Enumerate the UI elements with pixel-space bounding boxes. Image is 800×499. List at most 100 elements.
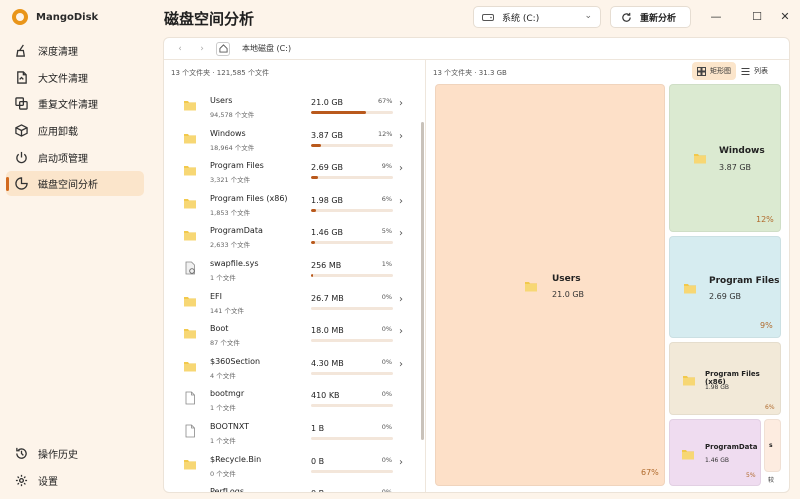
back-button[interactable]: ‹ [172,42,188,56]
chevron-right-icon[interactable]: › [399,326,403,337]
tiny-tile-label: 较 [768,477,775,484]
chevron-right-icon[interactable]: › [399,359,403,370]
close-button[interactable]: ✕ [778,10,792,23]
folder-icon [184,459,196,470]
row-file-count: 94,578 个文件 [210,111,255,119]
forward-button[interactable]: › [194,42,210,56]
tile-size: 21.0 GB [552,290,585,299]
table-row[interactable]: Windows 18,964 个文件 3.87 GB 12% › [164,123,426,155]
row-name: swapfile.sys [210,259,259,268]
view-treemap-button[interactable]: 矩形图 [692,62,736,80]
sidebar-item-label: 应用卸载 [38,127,78,139]
sidebar-item-large-files[interactable]: 大文件清理 [6,65,144,90]
chevron-right-icon[interactable]: › [399,196,403,207]
folder-icon [683,376,695,386]
treemap-summary: 13 个文件夹 · 31.3 GB [433,69,507,77]
row-size: 21.0 GB [311,98,344,107]
chevron-right-icon[interactable]: › [399,163,403,174]
row-percent: 0% [381,423,392,431]
minimize-button[interactable]: — [709,10,723,23]
analysis-panel: ‹ › 本地磁盘 (C:) 13 个文件夹 · 121,585 个文件 User… [163,37,790,493]
table-row[interactable]: EFI 141 个文件 26.7 MB 0% › [164,286,426,318]
chevron-right-icon[interactable]: › [399,489,403,492]
grid-icon [697,66,706,76]
row-name: Windows [210,128,246,138]
view-toggle: 矩形图 列表 [692,62,781,80]
folder-icon [184,296,196,307]
row-size: 0 B [311,456,325,466]
row-size: 4.30 MB [311,358,344,368]
breadcrumb-path[interactable]: 本地磁盘 (C:) [242,43,291,54]
tile-percent: 67% [641,468,659,477]
treemap-tile-windows[interactable]: Windows 3.87 GB 12% [669,84,781,232]
row-percent: 0% [381,488,392,493]
treemap-tile-program-files-x86[interactable]: Program Files (x86) 1.98 GB 6% [669,342,781,415]
table-row[interactable]: $360Section 4 个文件 4.30 MB 0% › [164,351,426,383]
treemap-tile-programdata[interactable]: ProgramData 1.46 GB 5% [669,419,761,486]
chevron-right-icon[interactable]: › [399,228,403,239]
sidebar-item-uninstall[interactable]: 应用卸载 [6,118,144,143]
table-row[interactable]: Program Files (x86) 1,853 个文件 1.98 GB 6% › [164,188,426,220]
row-usage-bar [311,339,393,343]
sidebar-item-history[interactable]: 操作历史 [6,441,144,466]
table-row[interactable]: Users 94,578 个文件 21.0 GB 67% › [164,90,426,122]
row-usage-bar [311,274,393,277]
row-usage-bar [311,208,393,212]
tile-name: s [769,442,773,449]
chevron-right-icon[interactable]: › [399,131,403,142]
sidebar-item-duplicates[interactable]: 重复文件清理 [6,91,144,116]
row-file-count: 1,853 个文件 [210,208,251,217]
chevron-right-icon[interactable]: › [399,294,403,305]
folder-icon [682,450,694,460]
folder-icon [184,198,196,209]
table-row[interactable]: swapfile.sys 1 个文件 256 MB 1% [164,253,426,285]
table-row[interactable]: PerfLogs 0 B 0% › [164,481,426,493]
tile-percent: 9% [760,321,773,330]
row-size: 2.69 GB [311,163,344,173]
sidebar-item-settings[interactable]: 设置 [6,468,144,493]
folder-icon [184,101,196,111]
row-usage-bar [311,111,393,114]
treemap-tile-users[interactable]: Users 21.0 GB 67% [435,84,665,486]
table-row[interactable]: Program Files 3,321 个文件 2.69 GB 9% › [164,155,426,187]
chevron-right-icon[interactable]: › [399,457,403,468]
row-usage-bar [311,469,393,473]
list-scrollbar[interactable] [421,122,424,440]
folder-icon [184,231,196,241]
tile-percent: 5% [746,472,756,479]
chevron-right-icon[interactable]: › [399,98,403,109]
row-percent: 0% [381,390,392,399]
system-file-icon [185,261,195,275]
row-usage-fill [311,176,319,180]
sidebar-item-label: 大文件清理 [38,73,88,85]
treemap-tile-program-files[interactable]: Program Files 2.69 GB 9% [669,236,781,338]
table-row[interactable]: bootmgr 1 个文件 410 KB 0% [164,383,426,415]
sidebar-nav: 深度清理 大文件清理 重复文件清理 应用卸载 启动项管理 磁盘空间分析 [6,38,144,198]
sidebar-item-disk-analysis[interactable]: 磁盘空间分析 [6,171,144,197]
tile-size: 2.69 GB [709,292,742,301]
row-percent: 0% [381,292,392,301]
row-file-count: 0 个文件 [210,469,236,478]
treemap-tile-small[interactable]: s [764,419,781,472]
drive-select[interactable]: 系统 (C:) ⌄ [473,6,601,28]
row-size: 1.98 GB [311,195,344,205]
row-usage-bar [311,437,393,440]
row-percent: 0% [381,325,392,334]
row-percent: 6% [381,194,392,203]
maximize-button[interactable]: ☐ [750,10,764,23]
table-row[interactable]: BOOTNXT 1 个文件 1 B 0% [164,416,426,448]
view-list-button[interactable]: 列表 [736,62,773,80]
folder-icon [183,489,197,493]
home-button[interactable] [216,41,230,56]
breadcrumb: ‹ › 本地磁盘 (C:) [164,38,789,60]
row-name: EFI [210,291,223,301]
sidebar-item-deep-clean[interactable]: 深度清理 [6,38,144,63]
rescan-button[interactable]: 重新分析 [610,6,691,28]
sidebar-item-startup[interactable]: 启动项管理 [6,145,144,170]
table-row[interactable]: Boot 87 个文件 18.0 MB 0% › [164,318,426,350]
row-name: PerfLogs [210,487,245,493]
table-row[interactable]: ProgramData 2,633 个文件 1.46 GB 5% › [164,220,426,252]
row-usage-fill [311,208,316,212]
tile-percent: 12% [756,215,774,224]
table-row[interactable]: $Recycle.Bin 0 个文件 0 B 0% › [164,449,426,481]
